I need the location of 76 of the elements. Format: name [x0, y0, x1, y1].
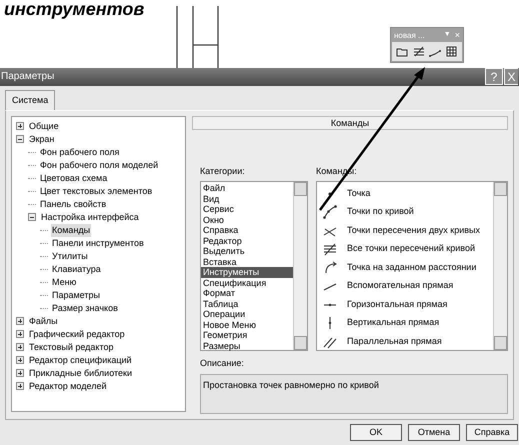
list-item[interactable]: Сервис [201, 204, 293, 215]
list-item[interactable]: Точка [343, 186, 370, 200]
list-item[interactable]: Размеры [201, 340, 293, 352]
tree-item[interactable]: Цветовая схема [39, 172, 108, 186]
point-icon [328, 192, 332, 196]
expand-icon[interactable] [16, 330, 24, 338]
expand-icon[interactable] [16, 343, 24, 352]
list-item[interactable]: Редактор [201, 236, 293, 246]
tree-item[interactable]: Редактор спецификаций [28, 354, 133, 368]
list-item[interactable]: Вертикальная прямая [343, 316, 440, 330]
list-item[interactable]: Спецификация [201, 278, 293, 288]
description-label: Описание: [199, 357, 245, 370]
tree-item[interactable]: Панель свойств [39, 198, 108, 212]
list-item[interactable]: Выделить [201, 246, 293, 257]
tree-item[interactable]: Меню [51, 276, 78, 290]
dialog-button[interactable]: Справка [466, 424, 518, 441]
tree-item[interactable]: Прикладные библиотеки [28, 366, 134, 380]
tree-item[interactable]: Файлы [28, 314, 59, 328]
collapse-icon[interactable] [16, 135, 24, 144]
tree-item[interactable]: Фон рабочего поля [39, 146, 120, 160]
dialog-button[interactable]: OK [350, 424, 402, 441]
list-item[interactable]: Геометрия [201, 330, 293, 341]
toolbar-title: новая ... [394, 30, 425, 42]
lines-icon[interactable] [412, 46, 425, 57]
table-icon[interactable] [446, 46, 458, 57]
categories-label: Категории: [200, 164, 246, 178]
tree-item[interactable]: Общие [28, 120, 60, 134]
tree-item[interactable]: Графический редактор [28, 328, 126, 342]
list-item[interactable]: Точки по кривой [343, 205, 414, 219]
folder-icon[interactable] [396, 46, 408, 57]
list-item[interactable]: Операции [201, 309, 293, 320]
expand-icon[interactable] [16, 122, 24, 130]
expand-icon[interactable] [16, 382, 24, 390]
curve-points-icon [323, 205, 337, 220]
list-item[interactable]: Инструменты [201, 267, 293, 278]
tree-item[interactable]: Панели инструментов [51, 236, 145, 250]
tree-item[interactable]: Размер значков [51, 302, 119, 316]
scrollbar[interactable] [493, 182, 507, 350]
list-item[interactable]: Точка на заданном расстоянии [343, 260, 476, 274]
line-drawing [176, 6, 220, 68]
tree-item[interactable]: Утилиты [51, 250, 89, 264]
tree-item[interactable]: Параметры [51, 288, 101, 302]
expand-icon[interactable] [16, 356, 24, 364]
scrollbar[interactable] [293, 182, 307, 350]
tree-item[interactable]: Текстовый редактор [28, 340, 114, 354]
list-item[interactable]: Таблица [201, 298, 293, 310]
tree-item[interactable]: Фон рабочего поля моделей [39, 158, 160, 172]
tab[interactable]: Система [5, 90, 56, 110]
window-title: Параметры [1, 70, 54, 84]
list-item[interactable]: Точки пересечения двух кривых [343, 224, 480, 238]
list-item[interactable]: Вспомогательная прямая [343, 279, 454, 293]
dialog-button[interactable]: Отмена [408, 424, 460, 441]
list-item[interactable]: Все точки пересечений кривой [343, 242, 475, 256]
description-box: Простановка точек равномерно по кривой [200, 374, 508, 414]
lines-icon [323, 242, 337, 256]
list-item[interactable]: Параллельная прямая [343, 334, 442, 348]
tree-item[interactable]: Экран [28, 132, 56, 146]
tree-item[interactable]: Цвет текстовых элементов [39, 184, 154, 198]
tree-item[interactable]: Настройка интерфейса [40, 210, 140, 224]
list-item[interactable]: Вставка [201, 256, 293, 268]
expand-icon[interactable] [16, 369, 24, 378]
section-header: Команды [192, 116, 508, 130]
list-item[interactable]: Файл [201, 183, 293, 194]
list-item[interactable]: Вид [201, 194, 293, 204]
list-item[interactable]: Горизонтальная прямая [343, 298, 448, 312]
list-item[interactable]: Формат [201, 288, 293, 299]
list-item[interactable]: Справка [201, 225, 293, 236]
tree-item[interactable]: Команды [51, 224, 92, 238]
tree-item[interactable]: Редактор моделей [28, 380, 108, 394]
expand-icon[interactable] [16, 317, 24, 326]
heading: инструментов [4, 0, 144, 18]
collapse-icon[interactable] [28, 213, 36, 222]
list-item[interactable]: Новое Меню [201, 320, 293, 330]
curved-arrow-icon [323, 260, 337, 275]
list-item[interactable]: Окно [201, 214, 293, 226]
tree-item[interactable]: Клавиатура [51, 262, 102, 276]
